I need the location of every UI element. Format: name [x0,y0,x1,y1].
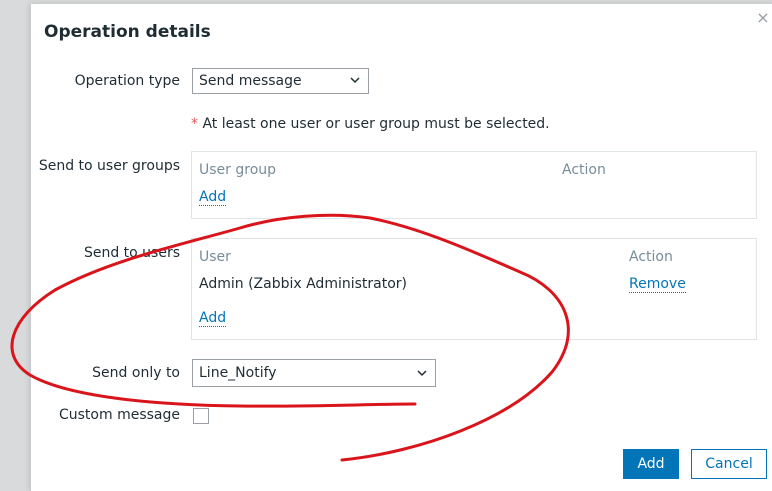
column-header-action: Action [629,249,673,265]
column-header-user: User [199,249,231,265]
send-only-to-value: Line_Notify [199,365,277,381]
operation-type-value: Send message [199,73,302,89]
remove-user-link[interactable]: Remove [629,276,686,293]
send-only-to-select[interactable]: Line_Notify [192,359,436,387]
chevron-down-icon [350,77,360,84]
column-header-action: Action [562,162,606,178]
send-to-user-groups-label: Send to user groups [38,158,180,174]
cancel-button[interactable]: Cancel [691,449,767,479]
add-user-link[interactable]: Add [199,310,227,327]
send-only-to-label: Send only to [92,365,180,381]
users-table: User Action Admin (Zabbix Administrator)… [191,238,757,340]
column-header-user-group: User group [199,162,277,178]
operation-details-dialog: × Operation details Operation type Send … [30,4,772,491]
operation-type-select[interactable]: Send message [192,68,369,94]
custom-message-label: Custom message [58,407,180,423]
required-asterisk: * [191,116,198,132]
dialog-title: Operation details [44,22,211,42]
close-button[interactable]: × [755,10,771,26]
user-groups-table: User group Action Add [191,151,757,219]
chevron-down-icon [417,370,427,377]
send-to-users-label: Send to users [83,245,180,261]
required-hint-text: At least one user or user group must be … [198,116,550,132]
operation-type-label: Operation type [74,73,180,89]
add-button[interactable]: Add [623,449,679,479]
custom-message-checkbox[interactable] [193,408,209,424]
close-icon: × [756,8,770,27]
required-hint: * At least one user or user group must b… [191,116,550,132]
user-name-cell: Admin (Zabbix Administrator) [199,276,407,292]
add-user-group-link[interactable]: Add [199,189,227,206]
